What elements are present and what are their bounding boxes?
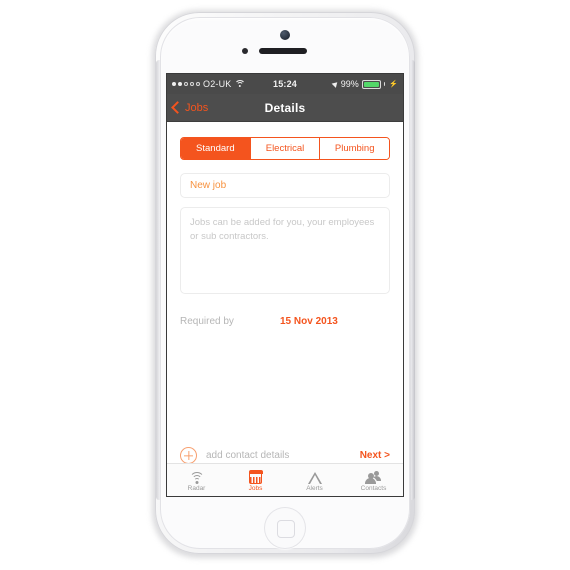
segment-electrical[interactable]: Electrical [250,138,321,159]
device-edge-right [411,60,415,500]
segment-electrical-label: Electrical [265,143,305,154]
triangle-alert-icon [307,469,322,484]
calendar-icon [248,469,263,484]
job-title-placeholder: New job [190,180,227,191]
plus-circle-icon[interactable] [180,447,197,464]
battery-icon [361,79,381,89]
phone-screen: O2-UK 15:24 99% ⚡ Jobs Details Standard … [167,74,403,496]
add-contact-details-button[interactable]: add contact details [206,450,289,461]
location-arrow-icon [331,80,340,88]
battery-percent-label: 99% [340,79,359,89]
status-bar: O2-UK 15:24 99% ⚡ [167,74,403,94]
tab-radar[interactable]: Radar [167,464,226,496]
job-description-placeholder: Jobs can be added for you, your employee… [190,217,375,242]
tab-contacts-label: Contacts [360,484,387,492]
actions-row: add contact details Next > [180,447,390,464]
tab-jobs-label: Jobs [248,484,263,492]
proximity-sensor-icon [242,48,248,54]
speaker-grille-icon [259,48,307,54]
tab-jobs[interactable]: Jobs [226,464,285,496]
segment-plumbing[interactable]: Plumbing [320,138,389,159]
camera-icon [280,30,290,40]
tab-contacts[interactable]: Contacts [344,464,403,496]
navigation-bar: Jobs Details [167,94,403,122]
page-title: Details [264,100,306,115]
main-content: Standard Electrical Plumbing New job Job… [167,137,403,480]
battery-cap-icon [383,82,386,86]
job-description-input[interactable]: Jobs can be added for you, your employee… [180,207,390,294]
required-by-label: Required by [180,316,234,327]
tab-bar: Radar Jobs Alerts Contacts [167,463,403,496]
job-title-input[interactable]: New job [180,173,390,198]
device-mockup: O2-UK 15:24 99% ⚡ Jobs Details Standard … [0,0,570,570]
tab-alerts[interactable]: Alerts [285,464,344,496]
next-button[interactable]: Next > [360,450,390,461]
segment-standard-label: Standard [196,143,235,154]
lightning-bolt-icon: ⚡ [389,81,398,88]
home-button-icon [277,520,295,538]
radar-icon [189,469,204,484]
required-by-value[interactable]: 15 Nov 2013 [280,316,338,327]
contacts-icon [365,469,382,484]
required-by-row: Required by 15 Nov 2013 [180,316,390,327]
segment-plumbing-label: Plumbing [334,143,375,154]
status-bar-right: 99% ⚡ [331,79,398,89]
segment-standard[interactable]: Standard [181,138,251,159]
segmented-control: Standard Electrical Plumbing [180,137,390,160]
tab-alerts-label: Alerts [306,484,323,492]
